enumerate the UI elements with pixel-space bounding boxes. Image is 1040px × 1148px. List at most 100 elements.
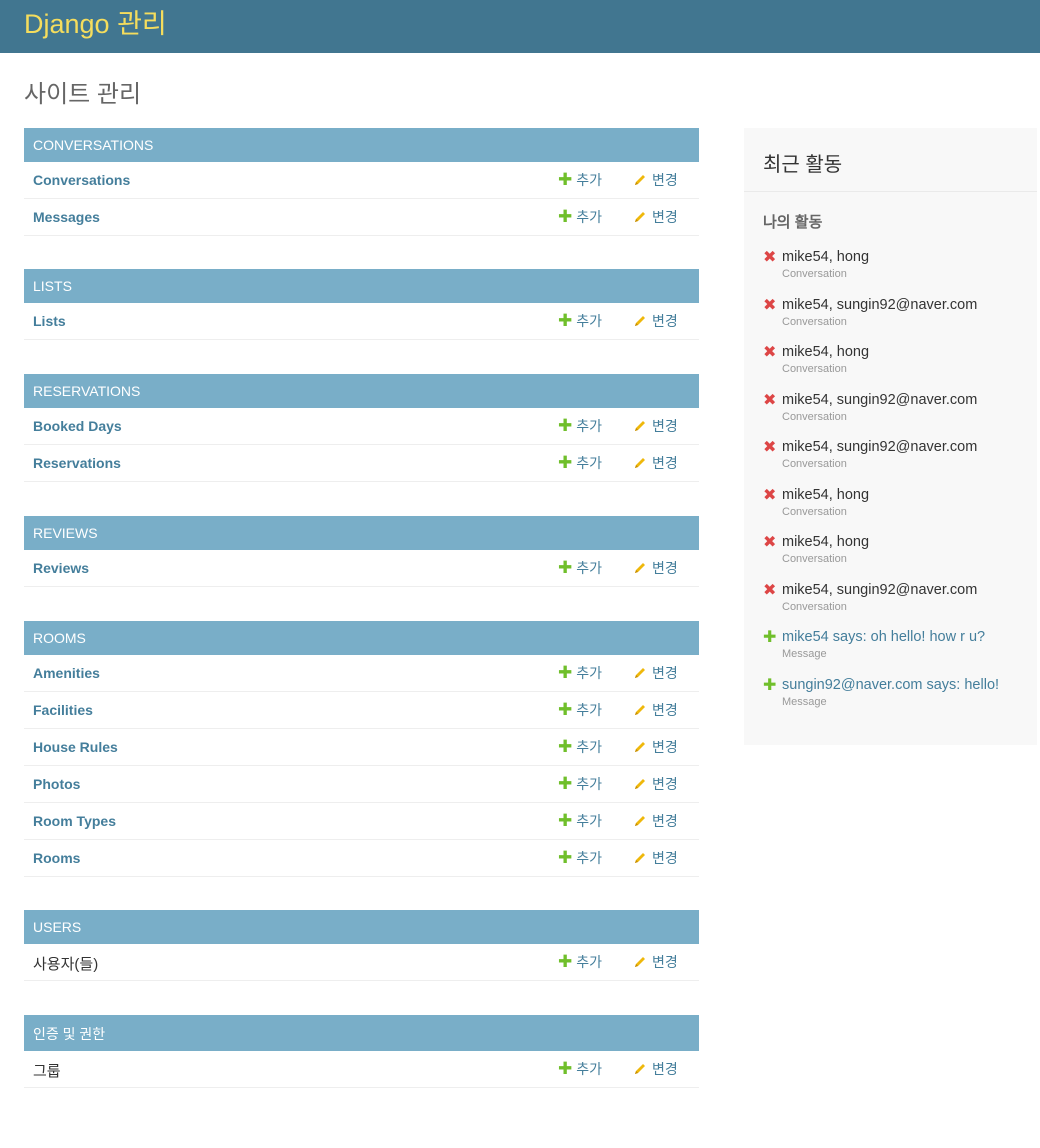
model-link[interactable]: House Rules [33, 739, 118, 755]
add-link[interactable]: ✚ 추가 [558, 453, 602, 473]
add-link[interactable]: ✚ 추가 [558, 952, 602, 972]
plus-icon: ✚ [558, 207, 573, 226]
recent-action-type: Message [782, 648, 827, 660]
module-caption[interactable]: USERS [24, 910, 699, 944]
page-title: 사이트 관리 [24, 81, 142, 108]
plus-icon: ✚ [558, 952, 573, 971]
add-link[interactable]: ✚ 추가 [558, 170, 602, 190]
change-link[interactable]: 변경 [633, 207, 678, 227]
change-link[interactable]: 변경 [633, 1059, 678, 1079]
add-link[interactable]: ✚ 추가 [558, 848, 602, 868]
change-link[interactable]: 변경 [633, 663, 678, 683]
header: Django 관리 [0, 0, 1040, 53]
model-link[interactable]: Rooms [33, 850, 80, 866]
app-module: REVIEWS Reviews ✚ 추가 변경 [24, 516, 699, 587]
site-name-link[interactable]: Django 관리 [24, 8, 1040, 40]
add-label: 추가 [576, 455, 603, 471]
model-row: Room Types ✚ 추가 변경 [24, 803, 699, 840]
recent-action-text: mike54, sungin92@naver.com [782, 391, 978, 408]
plus-icon: ✚ [558, 311, 573, 330]
recent-action-type: Conversation [782, 315, 847, 328]
change-link[interactable]: 변경 [633, 848, 678, 868]
recent-action-text: mike54, sungin92@naver.com [782, 439, 978, 455]
change-link[interactable]: 변경 [633, 416, 678, 436]
change-label: 변경 [652, 172, 678, 188]
recent-action-text[interactable]: sungin92@naver.com says: hello! [782, 677, 999, 693]
recent-action-type: Conversation [782, 553, 847, 565]
recent-action-text: mike54, sungin92@naver.com [782, 296, 978, 313]
model-row: 사용자(들) ✚ 추가 변경 [24, 944, 699, 981]
model-link[interactable]: Conversations [33, 172, 130, 188]
module-caption[interactable]: 인증 및 권한 [24, 1015, 699, 1051]
model-link[interactable]: Lists [33, 313, 66, 329]
pencil-icon [633, 314, 647, 328]
recent-action-text: mike54, hong [782, 534, 870, 550]
delete-icon: ✖ [763, 439, 777, 456]
change-label: 변경 [652, 776, 678, 792]
change-link[interactable]: 변경 [633, 737, 678, 757]
model-link[interactable]: Facilities [33, 702, 93, 718]
add-link[interactable]: ✚ 추가 [558, 1059, 602, 1079]
recent-action-text: mike54, hong [782, 249, 870, 265]
recent-actions-panel: 최근 활동 나의 활동 ✖ mike54, hong Conversation ✖ mi… [744, 128, 1037, 745]
model-link[interactable]: Room Types [33, 813, 116, 829]
add-link[interactable]: ✚ 추가 [558, 311, 602, 331]
model-link[interactable]: Messages [33, 209, 100, 225]
recent-action-type: Conversation [782, 363, 847, 375]
model-row: House Rules ✚ 추가 변경 [24, 729, 699, 766]
model-link[interactable]: 그룹 [33, 1060, 61, 1081]
model-link[interactable]: Amenities [33, 665, 100, 681]
pencil-icon [633, 561, 647, 575]
model-link[interactable]: Reservations [33, 455, 121, 471]
add-icon: ✚ [763, 629, 777, 646]
plus-icon: ✚ [558, 1059, 573, 1078]
change-link[interactable]: 변경 [633, 453, 678, 473]
module-caption[interactable]: LISTS [24, 269, 699, 303]
change-link[interactable]: 변경 [633, 700, 678, 720]
recent-actions-title: 최근 활동 [744, 128, 1037, 192]
add-label: 추가 [576, 313, 603, 329]
pencil-icon [633, 777, 647, 791]
change-link[interactable]: 변경 [633, 170, 678, 190]
add-link[interactable]: ✚ 추가 [558, 663, 602, 683]
change-label: 변경 [652, 313, 678, 329]
add-link[interactable]: ✚ 추가 [558, 416, 602, 436]
pencil-icon [633, 740, 647, 754]
add-link[interactable]: ✚ 추가 [558, 811, 602, 831]
add-link[interactable]: ✚ 추가 [558, 774, 602, 794]
change-link[interactable]: 변경 [633, 558, 678, 578]
pencil-icon [633, 419, 647, 433]
pencil-icon [633, 814, 647, 828]
model-link[interactable]: 사용자(들) [33, 953, 98, 974]
add-link[interactable]: ✚ 추가 [558, 558, 602, 578]
change-link[interactable]: 변경 [633, 952, 678, 972]
app-module: 인증 및 권한그룹 ✚ 추가 변경 [24, 1015, 699, 1088]
module-caption[interactable]: ROOMS [24, 621, 699, 655]
module-caption[interactable]: REVIEWS [24, 516, 699, 550]
app-module: ROOMS Amenities ✚ 추가 변경 Facilities ✚ 추가 변경 House … [24, 621, 699, 877]
recent-action-text: mike54, hong [782, 344, 870, 360]
model-link[interactable]: Booked Days [33, 418, 122, 434]
add-link[interactable]: ✚ 추가 [558, 737, 602, 757]
change-label: 변경 [652, 739, 678, 755]
recent-action-text: mike54, sungin92@naver.com [782, 581, 978, 598]
recent-action-text[interactable]: mike54 says: oh hello! how r u? [782, 629, 985, 645]
delete-icon: ✖ [763, 391, 777, 409]
module-caption[interactable]: RESERVATIONS [24, 374, 699, 408]
plus-icon: ✚ [558, 848, 573, 867]
change-link[interactable]: 변경 [633, 774, 678, 794]
model-link[interactable]: Reviews [33, 560, 89, 576]
add-link[interactable]: ✚ 추가 [558, 207, 602, 227]
delete-icon: ✖ [763, 296, 777, 314]
add-label: 추가 [576, 172, 603, 188]
recent-action-type: Conversation [782, 268, 847, 280]
change-link[interactable]: 변경 [633, 311, 678, 331]
add-link[interactable]: ✚ 추가 [558, 700, 602, 720]
model-link[interactable]: Photos [33, 776, 80, 792]
change-label: 변경 [652, 1061, 678, 1077]
model-row: Conversations ✚ 추가 변경 [24, 162, 699, 199]
module-caption[interactable]: CONVERSATIONS [24, 128, 699, 162]
model-row: Photos ✚ 추가 변경 [24, 766, 699, 803]
change-link[interactable]: 변경 [633, 811, 678, 831]
pencil-icon [633, 851, 647, 865]
